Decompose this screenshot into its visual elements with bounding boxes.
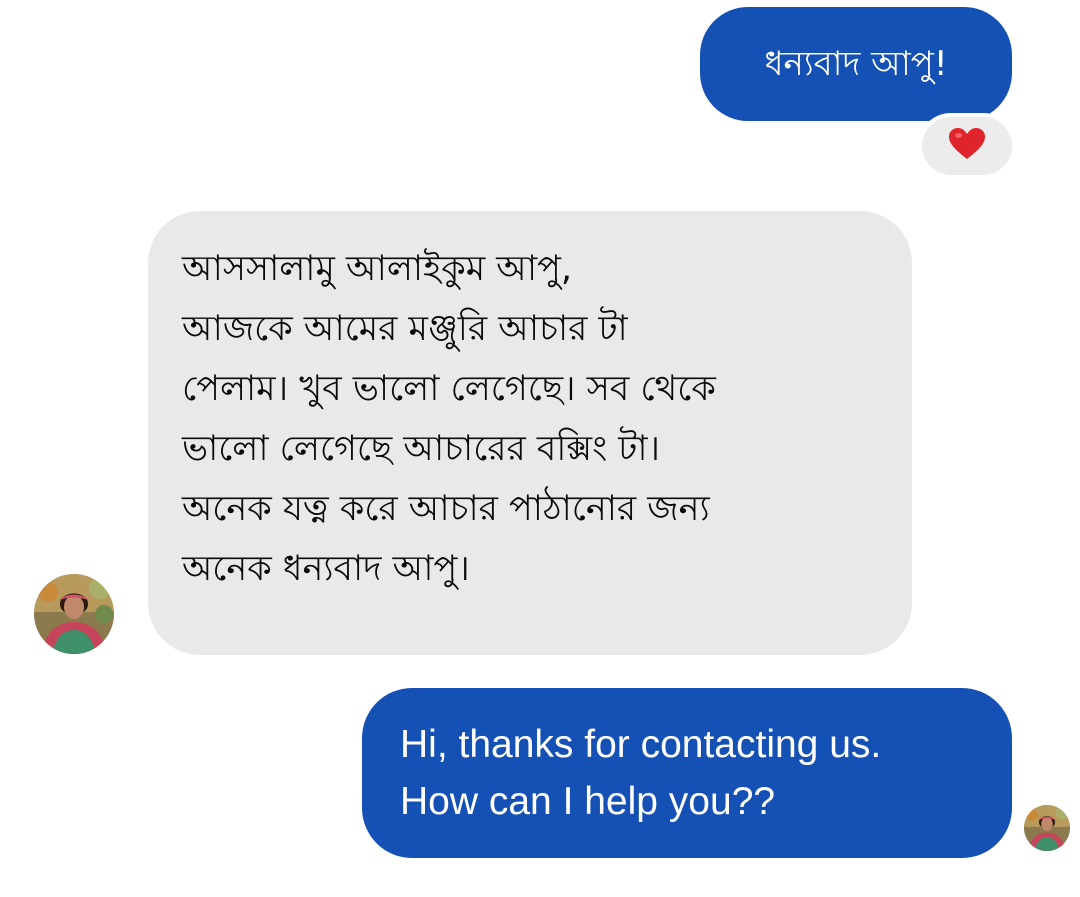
- message-text-line: পেলাম। খুব ভালো লেগেছে। সব থেকে: [182, 369, 716, 409]
- incoming-message-bubble[interactable]: আসসালামু আলাইকুম আপু, আজকে আমের মঞ্জুরি …: [148, 211, 912, 655]
- read-receipt-avatar: [1024, 805, 1070, 851]
- message-reaction[interactable]: [922, 117, 1012, 175]
- message-text-line: আসসালামু আলাইকুম আপু,: [182, 249, 573, 289]
- outgoing-message-bubble[interactable]: Hi, thanks for contacting us. How can I …: [362, 688, 1012, 858]
- message-text-line: ভালো লেগেছে আচারের বক্সিং টা।: [182, 429, 661, 469]
- message-text-line: How can I help you??: [400, 780, 776, 823]
- outgoing-message-bubble[interactable]: ধন্যবাদ আপু!: [700, 7, 1012, 121]
- message-text-line: আজকে আমের মঞ্জুরি আচার টা: [182, 309, 628, 349]
- heart-icon: [948, 127, 986, 165]
- message-text-line: Hi, thanks for contacting us.: [400, 723, 882, 766]
- message-text-line: অনেক ধন্যবাদ আপু।: [182, 549, 470, 589]
- message-text: ধন্যবাদ আপু!: [764, 44, 948, 84]
- contact-avatar[interactable]: [34, 574, 114, 654]
- message-text-line: অনেক যত্ন করে আচার পাঠানোর জন্য: [182, 489, 710, 529]
